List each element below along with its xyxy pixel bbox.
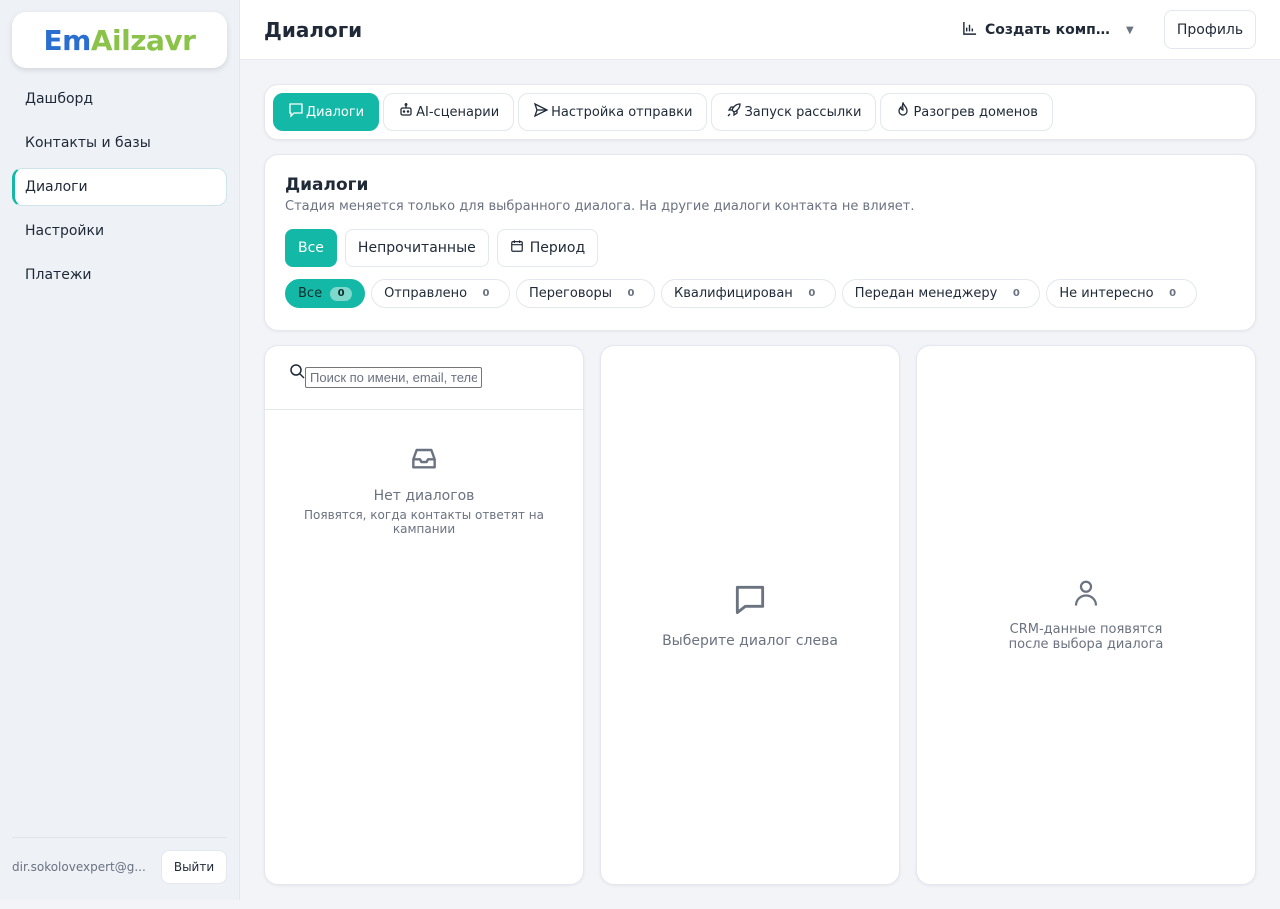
sidebar: EmAilzavr Дашборд Контакты и базы Диалог… (0, 0, 240, 900)
stage-chip-sent[interactable]: Отправлено 0 (371, 279, 511, 308)
sidebar-item-payments[interactable]: Платежи (12, 256, 227, 294)
logout-button[interactable]: Выйти (161, 850, 227, 884)
chat-panel: Выберите диалог слева (600, 345, 900, 885)
empty-list-subtitle: Появятся, когда контакты ответят на камп… (304, 508, 544, 536)
stage-count: 0 (1169, 288, 1177, 299)
filter-all-button[interactable]: Все (285, 229, 337, 267)
stage-count: 0 (808, 288, 816, 299)
section-title: Диалоги (285, 175, 369, 195)
stage-label: Не интересно (1059, 286, 1154, 301)
stage-chip-qualified[interactable]: Квалифицирован 0 (660, 279, 836, 308)
stage-label: Квалифицирован (673, 286, 793, 301)
section-subtitle: Стадия меняется только для выбранного ди… (285, 199, 915, 214)
stage-chip-negotiation[interactable]: Переговоры 0 (516, 279, 655, 308)
tab-label: Настройка отправки (551, 104, 693, 120)
stage-chip-not-interested[interactable]: Не интересно 0 (1046, 279, 1197, 308)
empty-list-title: Нет диалогов (373, 488, 475, 504)
stage-label: Передан менеджеру (854, 286, 998, 301)
filter-unread-button[interactable]: Непрочитанные (344, 229, 489, 267)
filter-period-button[interactable]: Период (496, 229, 599, 267)
stage-label: Переговоры (529, 286, 612, 301)
crm-empty-text: CRM-данные появятся после выбора диалога (1008, 622, 1164, 652)
send-icon (533, 102, 549, 122)
sidebar-item-dialogs[interactable]: Диалоги (12, 168, 227, 206)
robot-icon (398, 102, 414, 122)
stage-label: Все (298, 286, 323, 301)
header: Диалоги Создать компан... ▼ Профиль (240, 0, 1280, 60)
message-square-icon (731, 581, 769, 623)
tab-domain-warmup[interactable]: Разогрев доменов (880, 93, 1053, 131)
filter-period-label: Период (529, 240, 586, 256)
sidebar-nav: Дашборд Контакты и базы Диалоги Настройк… (12, 80, 227, 300)
inbox-icon (408, 442, 440, 478)
search-input[interactable] (305, 367, 482, 388)
dialog-list-panel: Нет диалогов Появятся, когда контакты от… (264, 345, 584, 885)
user-icon (1071, 578, 1101, 612)
flame-icon (895, 101, 911, 122)
tab-label: Разогрев доменов (913, 104, 1038, 120)
stage-count: 0 (1012, 288, 1020, 299)
tab-label: Запуск рассылки (744, 104, 862, 120)
tab-launch-mailing[interactable]: Запуск рассылки (711, 93, 877, 131)
crm-panel: CRM-данные появятся после выбора диалога (916, 345, 1256, 885)
module-tabs: Диалоги AI-сценарии Настройка отправки З… (264, 84, 1256, 140)
stage-label: Отправлено (384, 286, 468, 301)
profile-button[interactable]: Профиль (1164, 10, 1256, 49)
stage-count: 0 (482, 288, 490, 299)
logo[interactable]: EmAilzavr (12, 12, 227, 68)
page-title: Диалоги (264, 18, 363, 42)
tab-label: Диалоги (306, 104, 365, 120)
calendar-icon (510, 239, 524, 257)
tab-ai-scenarios[interactable]: AI-сценарии (383, 93, 515, 131)
logo-text: EmAilzavr (43, 23, 196, 57)
bar-chart-icon (962, 21, 977, 40)
user-email: dir.sokolovexpert@g... (12, 860, 146, 874)
rocket-icon (726, 102, 742, 122)
stage-chip-all[interactable]: Все 0 (285, 279, 366, 308)
tab-send-settings[interactable]: Настройка отправки (518, 93, 708, 131)
campaign-select[interactable]: Создать компан... ▼ (962, 19, 1137, 41)
search-icon (289, 363, 305, 383)
sidebar-item-dashboard[interactable]: Дашборд (12, 80, 227, 118)
empty-list-state: Нет диалогов Появятся, когда контакты от… (265, 442, 583, 536)
campaign-select-label: Создать компан... (985, 22, 1112, 38)
tab-dialogs[interactable]: Диалоги (273, 93, 380, 131)
tab-label: AI-сценарии (416, 104, 500, 120)
stage-chip-handed-to-manager[interactable]: Передан менеджеру 0 (841, 279, 1041, 308)
search-row (265, 346, 583, 410)
chat-empty-text: Выберите диалог слева (662, 633, 838, 649)
chat-icon (288, 102, 304, 122)
stage-count: 0 (627, 288, 635, 299)
sidebar-footer: dir.sokolovexpert@g... Выйти (12, 837, 227, 884)
chevron-down-icon: ▼ (1126, 24, 1134, 36)
filter-buttons: Все Непрочитанные Период (285, 229, 1235, 267)
sidebar-item-settings[interactable]: Настройки (12, 212, 227, 250)
stage-count: 0 (330, 286, 353, 301)
sidebar-item-contacts[interactable]: Контакты и базы (12, 124, 227, 162)
stage-chips: Все 0 Отправлено 0 Переговоры 0 Квалифициро… (285, 279, 1235, 308)
dialogs-filter-panel: Диалоги Стадия меняется только для выбра… (264, 154, 1256, 331)
